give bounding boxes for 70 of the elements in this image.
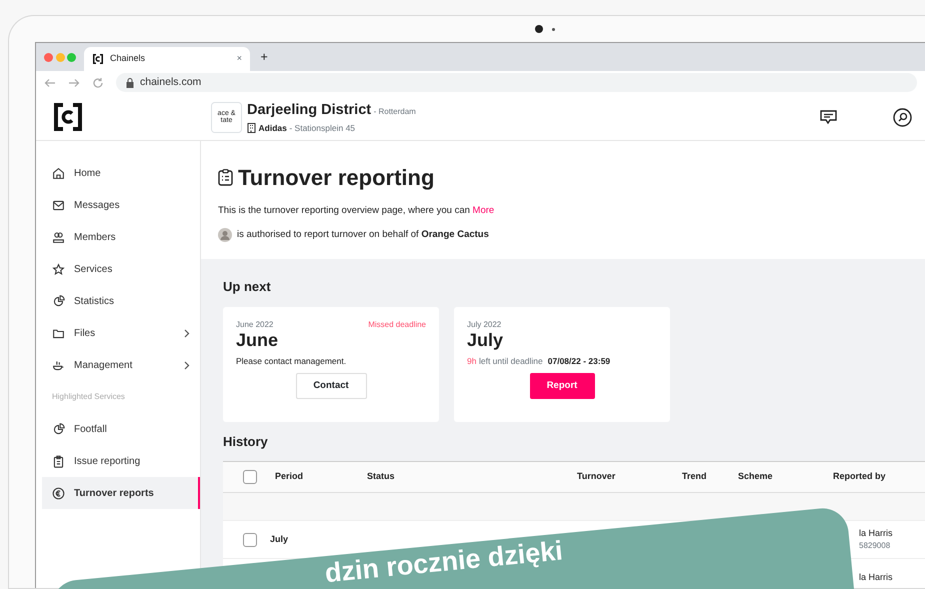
more-link[interactable]: More [472,205,494,216]
period-label: July 2022 [467,318,502,330]
section-heading: Up next [223,278,272,296]
star-icon [52,262,65,276]
address-bar[interactable]: chainels.com [116,73,917,92]
search-icon[interactable] [893,108,912,126]
building-icon [247,122,256,133]
deadline-date: 07/08/22 - 23:59 [548,356,610,366]
reporter-name: la Harris [859,570,894,584]
forward-icon[interactable] [68,76,80,88]
logo-icon[interactable] [53,102,83,132]
new-tab-button[interactable]: + [260,50,268,64]
address-label: - Stationsplein 45 [289,122,356,134]
minimize-window-button[interactable] [56,52,64,62]
message-text: Please contact management. [236,356,346,366]
sensor-icon [552,28,555,31]
authorised-text: is authorised to report turnover on behalf of Orange Cactus [237,228,489,242]
period-label: June 2022 [236,318,274,330]
lock-icon [126,78,134,88]
deadline-status: Missed deadline [368,318,426,330]
avatar-icon [218,228,232,242]
sidebar-item[interactable]: Home [42,157,200,189]
close-window-button[interactable] [44,52,53,62]
month-title: June [236,330,280,350]
pie-chart-icon [52,422,65,436]
time-left: 9h [467,356,476,366]
intro-text: This is the turnover reporting overview page, where you can More [218,204,496,218]
period-cell-text: July [270,532,290,546]
sidebar-item[interactable]: Statistics [42,285,200,317]
sidebar-item[interactable]: Services [42,253,200,285]
clipboard-icon [218,169,233,186]
sidebar-item[interactable]: Footfall [42,413,200,445]
sidebar-item[interactable]: Management [42,349,200,381]
sidebar-item[interactable]: Files [42,317,200,349]
reload-icon[interactable] [92,76,104,88]
page-title: Turnover reporting [238,164,434,192]
contact-button[interactable]: Contact [296,373,366,400]
location-title: Darjeeling District [247,100,372,120]
deadline-label: left until deadline [478,356,543,366]
sidebar-item[interactable]: Messages [42,189,200,221]
cup-icon [52,358,65,372]
company-name: Adidas [258,122,287,134]
section-heading: History [223,432,269,451]
city-label: - Rotterdam [374,106,416,118]
sidebar-item[interactable]: Issue reporting [42,445,200,477]
report-button[interactable]: Report [530,373,594,400]
back-icon[interactable] [44,76,56,88]
reporter-name: la Harris [859,526,894,540]
checkbox[interactable] [243,470,257,484]
close-tab-button[interactable]: × [236,52,242,66]
browser-tab[interactable]: Chainels × [84,47,250,71]
logo-icon [92,53,104,65]
section-label: Highlighted Services [51,391,126,403]
tab-title: Chainels [110,52,146,66]
camera-icon [535,25,543,33]
sidebar-item[interactable]: Turnover reports [42,477,200,509]
banner-text: dzin rocznie dzięki [324,535,564,588]
checkbox[interactable] [243,532,257,546]
clipboard-icon [52,454,65,468]
pie-chart-icon [52,294,65,308]
home-icon [52,166,65,180]
month-title: July [467,330,504,350]
reporter-id: 5829008 [859,540,892,552]
maximize-window-button[interactable] [67,52,76,62]
folder-icon [52,326,65,340]
sidebar-item[interactable]: Members [42,221,200,253]
chat-icon[interactable] [820,110,837,124]
people-icon [52,230,65,244]
envelope-icon [52,198,65,212]
euro-icon [52,486,65,500]
